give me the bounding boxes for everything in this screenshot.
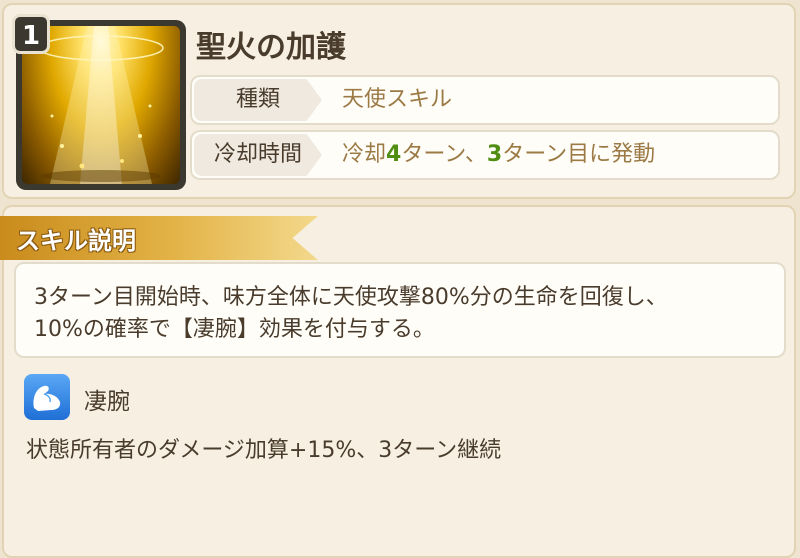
cooldown-row: 冷却時間 冷却4ターン、3ターン目に発動 — [190, 130, 780, 180]
skill-type-value: 天使スキル — [342, 87, 453, 112]
skill-type-row: 種類 天使スキル — [190, 75, 780, 125]
description-line: 10%の確率で【凄腕】効果を付与する。 — [34, 317, 435, 342]
description-line: 3ターン目開始時、味方全体に天使攻撃80%分の生命を回復し、 — [34, 285, 668, 310]
cooldown-start-turn: 3 — [486, 142, 503, 167]
cooldown-turns: 4 — [386, 142, 402, 167]
cooldown-label: 冷却時間 — [194, 134, 322, 176]
cooldown-middle: ターン、 — [401, 142, 487, 167]
skill-level-badge: 1 — [12, 14, 50, 54]
flexed-arm-icon — [24, 374, 70, 420]
effect-name: 凄腕 — [84, 389, 130, 415]
skill-description-box: 3ターン目開始時、味方全体に天使攻撃80%分の生命を回復し、 10%の確率で【凄… — [14, 262, 786, 358]
skill-description-header: スキル説明 — [0, 216, 318, 260]
skill-type-label: 種類 — [194, 79, 322, 121]
cooldown-value: 冷却4ターン、3ターン目に発動 — [342, 132, 655, 178]
skill-description-header-text: スキル説明 — [16, 227, 136, 255]
cooldown-prefix: 冷却 — [342, 142, 387, 167]
effect-description: 状態所有者のダメージ加算+15%、3ターン継続 — [26, 438, 502, 463]
cooldown-suffix: ターン目に発動 — [502, 142, 656, 167]
skill-title: 聖火の加護 — [196, 30, 346, 65]
